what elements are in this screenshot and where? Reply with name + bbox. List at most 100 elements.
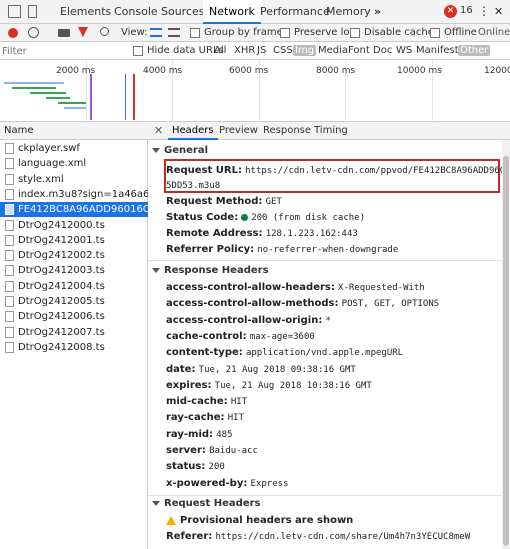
- timeline-bar: [12, 87, 56, 89]
- preserve-log-checkbox[interactable]: [280, 28, 290, 38]
- record-icon[interactable]: [8, 28, 18, 38]
- response-headers-section-header[interactable]: Response Headers: [152, 265, 269, 276]
- request-row[interactable]: DtrOg2412003.ts: [0, 263, 148, 278]
- details-scrollbar-thumb[interactable]: [503, 156, 509, 546]
- tab-response[interactable]: Response: [259, 122, 315, 140]
- filter-type-other[interactable]: Other: [458, 45, 491, 56]
- file-icon: [5, 311, 14, 323]
- filter-type-xhr[interactable]: XHR: [234, 45, 255, 56]
- response-header-row: content-type: application/vnd.apple.mpeg…: [166, 347, 403, 358]
- file-icon: [5, 143, 14, 154]
- file-icon: [5, 296, 14, 307]
- large-rows-icon[interactable]: [150, 28, 162, 37]
- request-row[interactable]: ckplayer.swf: [0, 141, 148, 156]
- more-tabs-icon[interactable]: »: [368, 0, 387, 24]
- search-icon[interactable]: [100, 27, 109, 36]
- network-toolbar: View: Group by frame Preserve log Disabl…: [0, 24, 510, 42]
- error-count[interactable]: 16: [460, 5, 473, 16]
- timeline-bar: [30, 92, 66, 94]
- request-row[interactable]: DtrOg2412007.ts: [0, 325, 148, 340]
- file-icon: [5, 326, 14, 338]
- group-by-frame-checkbox[interactable]: [190, 28, 200, 38]
- general-section-header[interactable]: General: [152, 145, 208, 156]
- throttle-select[interactable]: Online: [478, 27, 510, 38]
- tab-headers[interactable]: Headers: [168, 122, 218, 140]
- response-header-row: access-control-allow-methods: POST, GET,…: [166, 298, 439, 309]
- request-row[interactable]: language.xml: [0, 156, 148, 171]
- close-devtools-icon[interactable]: ✕: [494, 5, 503, 18]
- tab-timing[interactable]: Timing: [310, 122, 352, 140]
- capture-screenshots-icon[interactable]: [58, 29, 70, 37]
- disable-cache-checkbox[interactable]: [350, 28, 360, 38]
- request-row[interactable]: style.xml: [0, 172, 148, 187]
- request-url-value: https://cdn.letv-cdn.com/ppvod/FE412BC8A…: [245, 166, 510, 176]
- provisional-headers-row: Provisional headers are shown: [166, 515, 353, 526]
- tick-label: 12000: [484, 66, 510, 76]
- hide-data-urls-label: Hide data URLs: [147, 45, 224, 56]
- response-header-row: server: Baidu-acc: [166, 445, 258, 456]
- header-key: status:: [166, 461, 206, 473]
- request-name: ckplayer.swf: [18, 143, 80, 154]
- file-icon: [5, 188, 14, 200]
- request-name: language.xml: [18, 158, 87, 170]
- status-code-key: Status Code:: [166, 212, 239, 223]
- response-header-row: mid-cache: HIT: [166, 396, 247, 407]
- header-key: ray-cache:: [166, 412, 225, 424]
- inspect-element-icon[interactable]: [8, 5, 21, 18]
- filter-type-css[interactable]: CSS: [273, 45, 293, 56]
- expand-triangle-icon: [152, 147, 160, 153]
- tab-network[interactable]: Network: [203, 0, 261, 24]
- filter-type-ws[interactable]: WS: [396, 45, 412, 56]
- hide-data-urls-checkbox[interactable]: [133, 46, 143, 56]
- filter-type-font[interactable]: Font: [348, 45, 370, 56]
- name-column-header[interactable]: Name: [0, 122, 148, 140]
- filter-type-all[interactable]: All: [214, 45, 226, 56]
- filter-type-manifest[interactable]: Manifest: [416, 45, 459, 56]
- response-header-row: ray-mid: 485: [166, 429, 233, 440]
- status-code-row: Status Code: 200 (from disk cache): [166, 212, 365, 223]
- kebab-menu-icon[interactable]: ⋮: [478, 4, 490, 18]
- file-icon: [5, 173, 14, 185]
- filter-input[interactable]: [2, 43, 127, 59]
- device-toolbar-icon[interactable]: [28, 5, 37, 18]
- request-name: DtrOg2412005.ts: [18, 296, 105, 307]
- request-url-row-cont: 5DD53.m3u8: [166, 180, 220, 191]
- warning-icon: [166, 515, 176, 525]
- error-icon[interactable]: ✕: [444, 5, 457, 18]
- request-row[interactable]: DtrOg2412006.ts: [0, 309, 148, 324]
- offline-checkbox[interactable]: [430, 28, 440, 38]
- remote-address-row: Remote Address: 128.1.223.162:443: [166, 228, 358, 239]
- offline-label: Offline: [444, 27, 477, 38]
- file-icon: [5, 265, 14, 277]
- request-name: DtrOg2412003.ts: [18, 265, 105, 277]
- header-value: Baidu-acc: [209, 446, 258, 456]
- filter-type-doc[interactable]: Doc: [373, 45, 392, 56]
- request-row[interactable]: DtrOg2412002.ts: [0, 248, 148, 263]
- network-overview[interactable]: 2000 ms 4000 ms 6000 ms 8000 ms 10000 ms…: [0, 60, 510, 122]
- request-row[interactable]: DtrOg2412000.ts: [0, 218, 148, 233]
- request-row[interactable]: index.m3u8?sign=1a46a6d93...: [0, 187, 148, 202]
- filter-type-img[interactable]: Img: [293, 45, 317, 56]
- request-name: DtrOg2412007.ts: [18, 326, 105, 338]
- request-row[interactable]: DtrOg2412008.ts: [0, 340, 148, 355]
- request-row[interactable]: FE412BC8A96ADD96016CFAEF...: [0, 202, 148, 218]
- header-key: server:: [166, 445, 206, 456]
- request-row[interactable]: DtrOg2412001.ts: [0, 233, 148, 248]
- filter-icon[interactable]: [78, 27, 88, 37]
- tab-preview[interactable]: Preview: [215, 122, 262, 140]
- load-marker: [125, 74, 126, 120]
- request-row[interactable]: DtrOg2412005.ts: [0, 294, 148, 309]
- request-method-key: Request Method:: [166, 196, 263, 207]
- tick-label: 4000 ms: [143, 66, 183, 76]
- close-details-icon[interactable]: ✕: [154, 124, 163, 137]
- response-header-row: expires: Tue, 21 Aug 2018 10:38:16 GMT: [166, 380, 372, 391]
- request-headers-section-header[interactable]: Request Headers: [152, 498, 260, 509]
- request-row[interactable]: DtrOg2412004.ts: [0, 279, 148, 294]
- file-icon: [5, 250, 14, 262]
- referrer-policy-row: Referrer Policy: no-referrer-when-downgr…: [166, 244, 398, 255]
- timeline-bar: [58, 102, 86, 104]
- overview-icon[interactable]: [168, 28, 180, 37]
- filter-type-media[interactable]: Media: [318, 45, 348, 56]
- filter-type-js[interactable]: JS: [257, 45, 266, 56]
- clear-icon[interactable]: [28, 27, 39, 38]
